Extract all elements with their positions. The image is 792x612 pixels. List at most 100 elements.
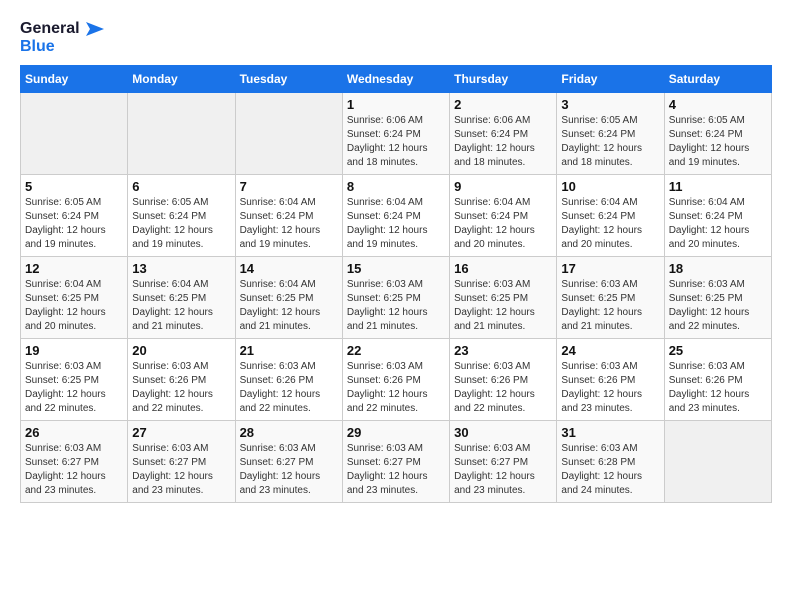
day-info: Sunrise: 6:05 AM Sunset: 6:24 PM Dayligh… — [25, 196, 123, 252]
calendar-cell: 18 Sunrise: 6:03 AM Sunset: 6:25 PM Dayli… — [664, 257, 771, 339]
day-number: 17 — [561, 261, 659, 276]
calendar-table: SundayMondayTuesdayWednesdayThursdayFrid… — [20, 65, 772, 503]
calendar-cell: 14 Sunrise: 6:04 AM Sunset: 6:25 PM Dayli… — [235, 257, 342, 339]
day-number: 15 — [347, 261, 445, 276]
calendar-cell: 6Sunrise: 6:05 AM Sunset: 6:24 PM Daylig… — [128, 175, 235, 257]
calendar-cell: 24 Sunrise: 6:03 AM Sunset: 6:26 PM Dayli… — [557, 339, 664, 421]
day-info: Sunrise: 6:06 AM Sunset: 6:24 PM Dayligh… — [454, 114, 552, 170]
day-number: 25 — [669, 343, 767, 358]
page-header: General Blue — [20, 20, 772, 55]
calendar-cell: 2Sunrise: 6:06 AM Sunset: 6:24 PM Daylig… — [450, 93, 557, 175]
day-number: 1 — [347, 97, 445, 112]
calendar-cell — [664, 421, 771, 503]
day-number: 16 — [454, 261, 552, 276]
calendar-cell: 20 Sunrise: 6:03 AM Sunset: 6:26 PM Dayli… — [128, 339, 235, 421]
calendar-cell: 8 Sunrise: 6:04 AM Sunset: 6:24 PM Daylig… — [342, 175, 449, 257]
calendar-cell: 12Sunrise: 6:04 AM Sunset: 6:25 PM Dayli… — [21, 257, 128, 339]
calendar-cell: 19 Sunrise: 6:03 AM Sunset: 6:25 PM Dayli… — [21, 339, 128, 421]
calendar-cell: 3 Sunrise: 6:05 AM Sunset: 6:24 PM Daylig… — [557, 93, 664, 175]
day-number: 19 — [25, 343, 123, 358]
day-number: 9 — [454, 179, 552, 194]
logo-general: General — [20, 20, 104, 38]
calendar-cell: 23Sunrise: 6:03 AM Sunset: 6:26 PM Dayli… — [450, 339, 557, 421]
day-number: 26 — [25, 425, 123, 440]
day-info: Sunrise: 6:04 AM Sunset: 6:25 PM Dayligh… — [240, 278, 338, 334]
day-header-friday: Friday — [557, 66, 664, 93]
logo-blue: Blue — [20, 38, 104, 56]
calendar-cell: 13Sunrise: 6:04 AM Sunset: 6:25 PM Dayli… — [128, 257, 235, 339]
calendar-cell: 10 Sunrise: 6:04 AM Sunset: 6:24 PM Dayli… — [557, 175, 664, 257]
day-info: Sunrise: 6:04 AM Sunset: 6:24 PM Dayligh… — [240, 196, 338, 252]
day-number: 27 — [132, 425, 230, 440]
calendar-cell: 25 Sunrise: 6:03 AM Sunset: 6:26 PM Dayli… — [664, 339, 771, 421]
day-info: Sunrise: 6:05 AM Sunset: 6:24 PM Dayligh… — [561, 114, 659, 170]
day-info: Sunrise: 6:03 AM Sunset: 6:25 PM Dayligh… — [454, 278, 552, 334]
day-header-saturday: Saturday — [664, 66, 771, 93]
day-header-sunday: Sunday — [21, 66, 128, 93]
calendar-cell: 30 Sunrise: 6:03 AM Sunset: 6:27 PM Dayli… — [450, 421, 557, 503]
calendar-cell: 28Sunrise: 6:03 AM Sunset: 6:27 PM Dayli… — [235, 421, 342, 503]
day-number: 29 — [347, 425, 445, 440]
day-number: 8 — [347, 179, 445, 194]
calendar-cell: 11 Sunrise: 6:04 AM Sunset: 6:24 PM Dayli… — [664, 175, 771, 257]
day-header-thursday: Thursday — [450, 66, 557, 93]
day-info: Sunrise: 6:03 AM Sunset: 6:26 PM Dayligh… — [669, 360, 767, 416]
day-info: Sunrise: 6:03 AM Sunset: 6:25 PM Dayligh… — [561, 278, 659, 334]
logo-arrow-icon — [86, 22, 104, 36]
logo: General Blue — [20, 20, 104, 55]
day-info: Sunrise: 6:03 AM Sunset: 6:25 PM Dayligh… — [347, 278, 445, 334]
calendar-cell: 9 Sunrise: 6:04 AM Sunset: 6:24 PM Daylig… — [450, 175, 557, 257]
day-info: Sunrise: 6:03 AM Sunset: 6:27 PM Dayligh… — [454, 442, 552, 498]
day-info: Sunrise: 6:04 AM Sunset: 6:24 PM Dayligh… — [454, 196, 552, 252]
day-info: Sunrise: 6:03 AM Sunset: 6:27 PM Dayligh… — [132, 442, 230, 498]
day-number: 14 — [240, 261, 338, 276]
day-number: 11 — [669, 179, 767, 194]
calendar-cell: 4 Sunrise: 6:05 AM Sunset: 6:24 PM Daylig… — [664, 93, 771, 175]
day-header-wednesday: Wednesday — [342, 66, 449, 93]
day-info: Sunrise: 6:03 AM Sunset: 6:27 PM Dayligh… — [25, 442, 123, 498]
calendar-cell — [128, 93, 235, 175]
day-info: Sunrise: 6:04 AM Sunset: 6:24 PM Dayligh… — [561, 196, 659, 252]
calendar-cell: 31 Sunrise: 6:03 AM Sunset: 6:28 PM Dayli… — [557, 421, 664, 503]
day-info: Sunrise: 6:04 AM Sunset: 6:24 PM Dayligh… — [669, 196, 767, 252]
calendar-cell: 7 Sunrise: 6:04 AM Sunset: 6:24 PM Daylig… — [235, 175, 342, 257]
day-number: 23 — [454, 343, 552, 358]
day-info: Sunrise: 6:05 AM Sunset: 6:24 PM Dayligh… — [132, 196, 230, 252]
day-info: Sunrise: 6:03 AM Sunset: 6:25 PM Dayligh… — [25, 360, 123, 416]
day-info: Sunrise: 6:03 AM Sunset: 6:28 PM Dayligh… — [561, 442, 659, 498]
calendar-cell: 27 Sunrise: 6:03 AM Sunset: 6:27 PM Dayli… — [128, 421, 235, 503]
day-number: 21 — [240, 343, 338, 358]
day-header-tuesday: Tuesday — [235, 66, 342, 93]
day-number: 7 — [240, 179, 338, 194]
day-info: Sunrise: 6:03 AM Sunset: 6:26 PM Dayligh… — [132, 360, 230, 416]
day-number: 4 — [669, 97, 767, 112]
calendar-cell: 1 Sunrise: 6:06 AM Sunset: 6:24 PM Daylig… — [342, 93, 449, 175]
day-number: 18 — [669, 261, 767, 276]
day-number: 12 — [25, 261, 123, 276]
calendar-cell: 15 Sunrise: 6:03 AM Sunset: 6:25 PM Dayli… — [342, 257, 449, 339]
day-number: 24 — [561, 343, 659, 358]
day-number: 3 — [561, 97, 659, 112]
calendar-cell: 29 Sunrise: 6:03 AM Sunset: 6:27 PM Dayli… — [342, 421, 449, 503]
day-number: 10 — [561, 179, 659, 194]
calendar-cell: 5Sunrise: 6:05 AM Sunset: 6:24 PM Daylig… — [21, 175, 128, 257]
calendar-cell — [21, 93, 128, 175]
day-number: 22 — [347, 343, 445, 358]
day-number: 13 — [132, 261, 230, 276]
day-info: Sunrise: 6:03 AM Sunset: 6:26 PM Dayligh… — [561, 360, 659, 416]
day-info: Sunrise: 6:03 AM Sunset: 6:26 PM Dayligh… — [240, 360, 338, 416]
day-info: Sunrise: 6:05 AM Sunset: 6:24 PM Dayligh… — [669, 114, 767, 170]
calendar-cell: 22 Sunrise: 6:03 AM Sunset: 6:26 PM Dayli… — [342, 339, 449, 421]
calendar-cell: 21 Sunrise: 6:03 AM Sunset: 6:26 PM Dayli… — [235, 339, 342, 421]
day-number: 30 — [454, 425, 552, 440]
day-info: Sunrise: 6:03 AM Sunset: 6:26 PM Dayligh… — [347, 360, 445, 416]
day-number: 31 — [561, 425, 659, 440]
day-header-monday: Monday — [128, 66, 235, 93]
logo-text-block: General Blue — [20, 20, 104, 55]
day-info: Sunrise: 6:03 AM Sunset: 6:27 PM Dayligh… — [347, 442, 445, 498]
calendar-cell: 26 Sunrise: 6:03 AM Sunset: 6:27 PM Dayli… — [21, 421, 128, 503]
day-info: Sunrise: 6:06 AM Sunset: 6:24 PM Dayligh… — [347, 114, 445, 170]
day-info: Sunrise: 6:03 AM Sunset: 6:25 PM Dayligh… — [669, 278, 767, 334]
day-number: 20 — [132, 343, 230, 358]
day-info: Sunrise: 6:04 AM Sunset: 6:24 PM Dayligh… — [347, 196, 445, 252]
